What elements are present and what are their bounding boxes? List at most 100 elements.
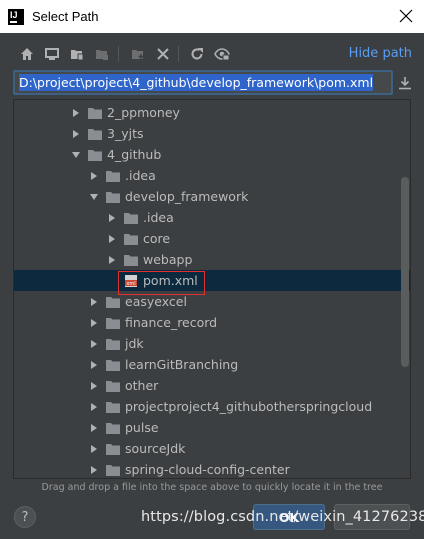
chevron-right-icon[interactable] — [107, 213, 117, 223]
folder-icon — [106, 359, 120, 371]
red-highlight-annotation — [118, 271, 205, 295]
home-button[interactable] — [17, 44, 37, 64]
window-title: Select Path — [32, 9, 99, 24]
tree-item-label: learnGitBranching — [125, 357, 239, 372]
folder-icon — [106, 317, 120, 329]
tree-folder-row[interactable]: .idea — [14, 165, 410, 186]
tree-item-label: webapp — [143, 252, 193, 267]
folder-icon — [106, 422, 120, 434]
intellij-logo-icon: IJ — [8, 8, 24, 25]
cancel-button[interactable] — [334, 504, 410, 530]
tree-item-label: develop_framework — [125, 189, 249, 204]
chevron-right-icon[interactable] — [89, 381, 99, 391]
tree-folder-row[interactable]: .idea — [14, 207, 410, 228]
project-button[interactable] — [67, 44, 87, 64]
folder-icon — [106, 443, 120, 455]
chevron-right-icon[interactable] — [89, 465, 99, 475]
tree-folder-row[interactable]: easyexcel — [14, 291, 410, 312]
tree-folder-row[interactable]: pulse — [14, 417, 410, 438]
delete-button[interactable] — [153, 44, 173, 64]
scrollbar-thumb[interactable] — [401, 177, 409, 367]
tree-item-label: easyexcel — [125, 294, 187, 309]
drag-drop-hint: Drag and drop a file into the space abov… — [41, 482, 383, 493]
tree-folder-row[interactable]: sourceJdk — [14, 438, 410, 459]
home-icon — [21, 48, 33, 60]
tree-folder-row[interactable]: 4_github — [14, 144, 410, 165]
show-hidden-button[interactable] — [212, 44, 232, 64]
tree-item-label: jdk — [125, 336, 144, 351]
close-button[interactable] — [394, 4, 418, 28]
chevron-right-icon[interactable] — [71, 129, 81, 139]
tree-item-label: pulse — [125, 420, 159, 435]
tree-folder-row[interactable]: jdk — [14, 333, 410, 354]
tree-folder-row[interactable]: core — [14, 228, 410, 249]
folder-icon — [124, 212, 138, 224]
tree-folder-row[interactable]: webapp — [14, 249, 410, 270]
tree-item-label: other — [125, 378, 159, 393]
chevron-right-icon[interactable] — [89, 444, 99, 454]
chevron-right-icon[interactable] — [89, 423, 99, 433]
help-button[interactable]: ? — [14, 506, 36, 528]
download-icon — [399, 77, 411, 90]
tree-folder-row[interactable]: 2_ppmoney — [14, 102, 410, 123]
download-button[interactable] — [396, 74, 414, 92]
folder-icon — [88, 128, 102, 140]
tree-folder-row[interactable]: learnGitBranching — [14, 354, 410, 375]
file-tree[interactable]: spring-cloud-config-center sourceJdk pulse… — [13, 99, 411, 479]
folder-icon — [88, 107, 102, 119]
ok-button[interactable]: OK — [253, 504, 325, 530]
chevron-right-icon[interactable] — [89, 402, 99, 412]
folder-icon — [106, 464, 120, 476]
desktop-button[interactable] — [42, 44, 62, 64]
tree-item-label: spring-cloud-config-center — [125, 462, 290, 477]
chevron-right-icon[interactable] — [89, 339, 99, 349]
desktop-icon — [45, 48, 59, 60]
folder-icon — [106, 170, 120, 182]
tree-folder-row[interactable]: 3_yjts — [14, 123, 410, 144]
module-button[interactable] — [92, 44, 112, 64]
tree-item-label: projectproject4_githubotherspringcloud — [125, 399, 373, 414]
folder-icon — [106, 191, 120, 203]
folder-icon — [88, 149, 102, 161]
hide-path-link[interactable]: Hide path — [349, 46, 412, 61]
tree-folder-row[interactable]: finance_record — [14, 312, 410, 333]
tree-folder-row[interactable]: spring-cloud-config-center — [14, 459, 410, 478]
tree-item-label: core — [143, 231, 171, 246]
tree-file-row[interactable]: xml pom.xml — [14, 270, 410, 291]
folder-icon — [124, 254, 138, 266]
close-icon — [399, 9, 413, 23]
refresh-button[interactable] — [187, 44, 207, 64]
toolbar-separator — [178, 46, 179, 62]
tree-item-label: 4_github — [107, 147, 162, 162]
tree-folder-row[interactable]: develop_framework — [14, 186, 410, 207]
tree-item-label: sourceJdk — [125, 441, 186, 456]
chevron-down-icon[interactable] — [71, 150, 81, 160]
tree-item-label: 3_yjts — [107, 126, 144, 141]
new-folder-button[interactable] — [128, 44, 148, 64]
tree-item-label: .idea — [125, 168, 156, 183]
show-hidden-icon — [214, 48, 230, 61]
tree-item-label: .idea — [143, 210, 174, 225]
refresh-icon — [191, 48, 203, 60]
chevron-down-icon[interactable] — [89, 192, 99, 202]
path-input[interactable]: D:\project\project\4_github\develop_fram… — [13, 70, 393, 95]
tree-folder-row[interactable]: projectproject4_githubotherspringcloud — [14, 396, 410, 417]
tree-folder-row[interactable]: other — [14, 375, 410, 396]
tree-item-label: finance_record — [125, 315, 218, 330]
folder-icon — [106, 401, 120, 413]
toolbar-separator — [118, 46, 119, 62]
folder-icon — [106, 338, 120, 350]
chevron-right-icon[interactable] — [107, 234, 117, 244]
folder-icon — [106, 296, 120, 308]
new-folder-icon — [132, 50, 144, 59]
chevron-right-icon[interactable] — [89, 297, 99, 307]
chevron-right-icon[interactable] — [89, 360, 99, 370]
project-icon — [71, 50, 84, 61]
chevron-right-icon[interactable] — [89, 171, 99, 181]
chevron-right-icon[interactable] — [89, 318, 99, 328]
module-icon — [96, 50, 108, 60]
chevron-right-icon[interactable] — [71, 108, 81, 118]
tree-item-label: 2_ppmoney — [107, 105, 180, 120]
chevron-right-icon[interactable] — [107, 255, 117, 265]
